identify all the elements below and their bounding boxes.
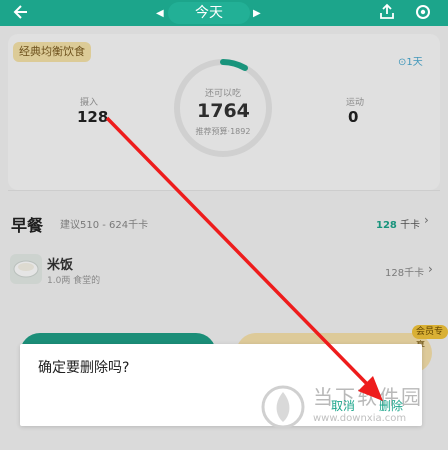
back-arrow-icon[interactable] (12, 3, 30, 26)
next-day-icon[interactable]: ▶ (253, 4, 261, 24)
share-icon[interactable] (378, 3, 396, 25)
settings-gear-icon[interactable] (414, 3, 432, 25)
watermark-url: www.downxia.com (313, 413, 407, 424)
dialog-message: 确定要删除吗? (38, 360, 130, 376)
watermark-text: 当下软件园 (313, 385, 423, 409)
prev-day-icon[interactable]: ◀ (156, 4, 164, 24)
delete-button[interactable]: 删除 (379, 397, 403, 414)
date-label[interactable]: 今天 (168, 2, 250, 24)
watermark-logo-icon (261, 385, 305, 429)
cancel-button[interactable]: 取消 (331, 397, 355, 414)
